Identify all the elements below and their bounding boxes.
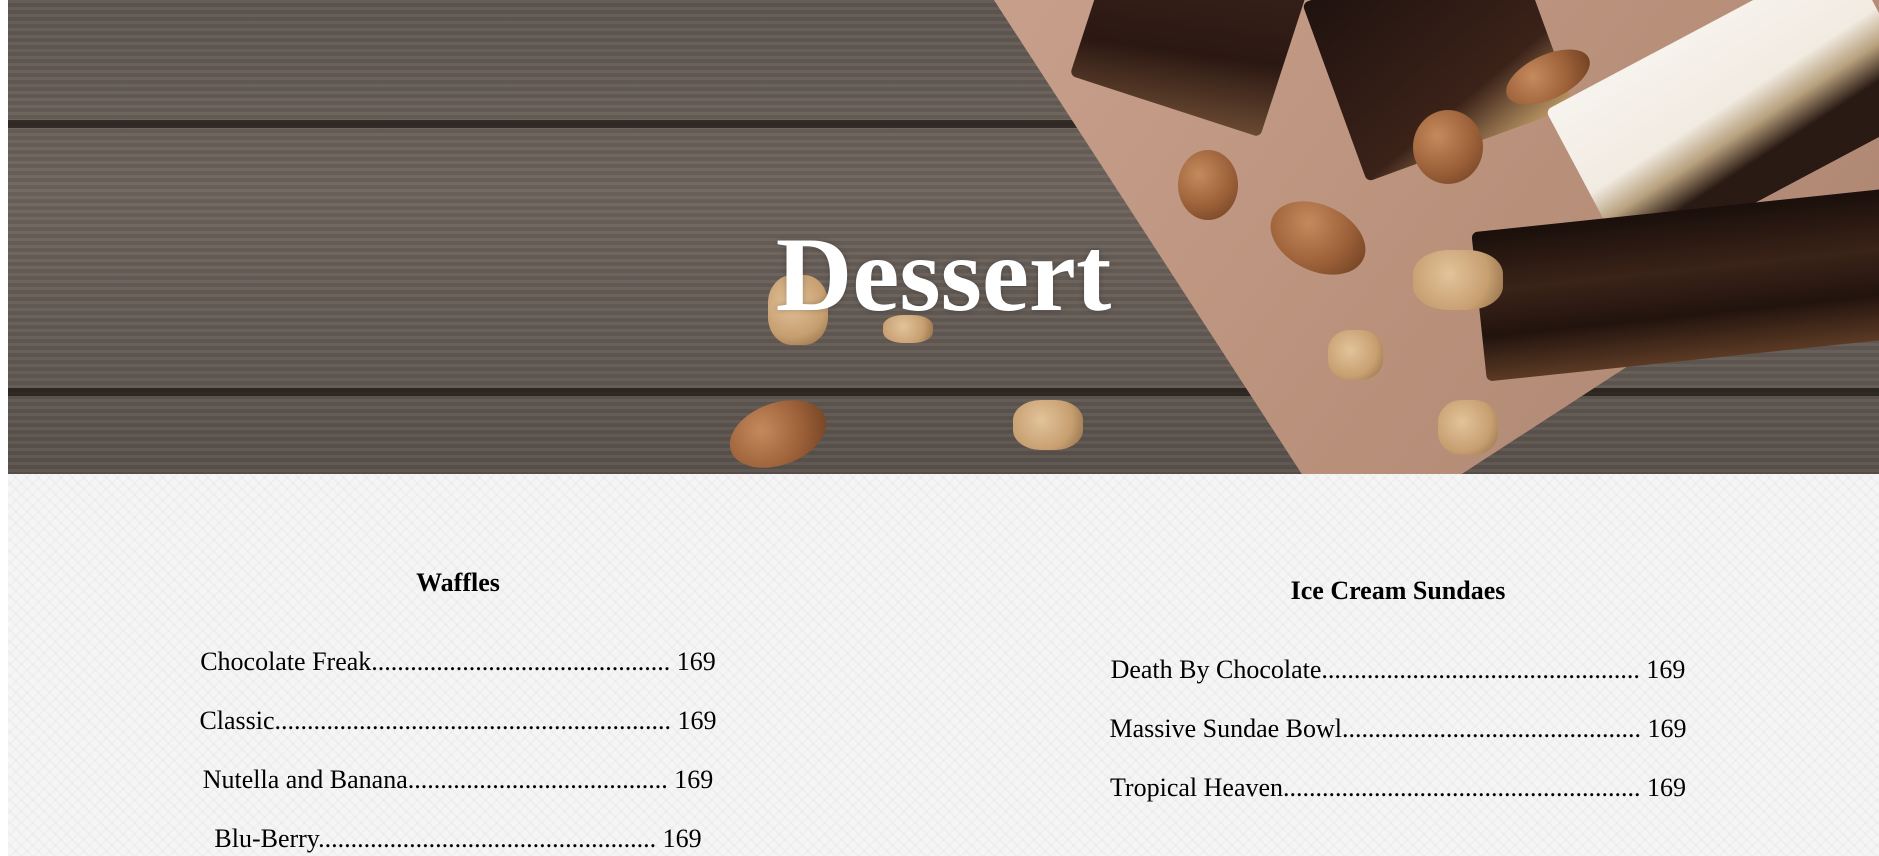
almond-image <box>720 387 836 474</box>
almond-image <box>1178 150 1238 220</box>
menu-item: Classic.................................… <box>199 706 717 735</box>
menu-item: Blu-Berry...............................… <box>214 824 702 853</box>
walnut-image <box>1328 330 1383 380</box>
menu-item: Nutella and Banana......................… <box>202 765 714 794</box>
menu-item: Massive Sundae Bowl.....................… <box>1109 714 1687 743</box>
almond-image <box>1413 110 1483 184</box>
walnut-image <box>1438 400 1498 455</box>
hero-banner: Dessert <box>8 0 1879 474</box>
sundaes-column: Ice Cream Sundaes Death By Chocolate....… <box>938 578 1858 834</box>
walnut-image <box>1013 400 1083 450</box>
section-heading-sundaes: Ice Cream Sundaes <box>1290 576 1506 605</box>
page: Dessert Waffles Chocolate Freak.........… <box>0 0 1879 856</box>
waffles-column: Waffles Chocolate Freak.................… <box>8 570 908 856</box>
section-heading-waffles: Waffles <box>416 568 500 597</box>
menu-item: Tropical Heaven.........................… <box>1109 773 1687 802</box>
menu-item: Death By Chocolate......................… <box>1110 655 1686 684</box>
page-title: Dessert <box>775 216 1112 333</box>
menu-item: Chocolate Freak.........................… <box>200 647 716 676</box>
menu-section: Waffles Chocolate Freak.................… <box>8 474 1879 856</box>
